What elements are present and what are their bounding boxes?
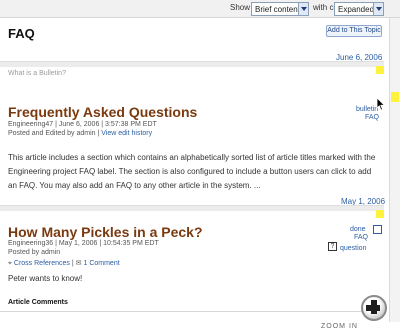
bulletin-tag[interactable]: bulletin [356, 106, 378, 113]
content-filter-select[interactable]: Brief content [251, 2, 309, 16]
article-body: This article includes a section which co… [8, 153, 376, 190]
posted-edited-label: Posted and Edited by admin | [8, 130, 102, 137]
article-meta: Engineering36 | May 1, 2006 | 10:54:35 P… [8, 240, 159, 247]
bulletin-prompt: What is a Bulletin? [8, 70, 66, 77]
zoom-in-label: ZOOM IN [321, 323, 358, 330]
yellow-flag [376, 210, 384, 218]
toolbar: Show Brief content with comments Expande… [0, 0, 400, 18]
article-meta-posted: Posted by admin [8, 249, 61, 256]
article-meta: Engineering47 | June 6, 2006 | 3:57:38 P… [8, 121, 157, 128]
add-to-topic-button[interactable]: Add to This Topic [326, 25, 382, 37]
article-meta-edit: Posted and Edited by admin | View edit h… [8, 130, 152, 137]
article-title[interactable]: Frequently Asked Questions [8, 104, 197, 120]
article-body: Peter wants to know! [8, 274, 83, 283]
faq-tag[interactable]: FAQ [365, 114, 379, 121]
faq-tag[interactable]: FAQ [354, 234, 368, 241]
date-divider [0, 205, 384, 211]
scrollbar[interactable] [389, 18, 400, 322]
yellow-flag [376, 66, 384, 74]
article-title[interactable]: How Many Pickles in a Peck? [8, 224, 203, 240]
comments-mode-select[interactable]: Expanded [334, 2, 384, 16]
zoom-in-icon[interactable] [361, 295, 387, 321]
comment-count-link[interactable]: 1 Comment [83, 260, 119, 267]
comments-divider [0, 311, 384, 312]
chevron-down-icon [298, 3, 308, 15]
question-tag[interactable]: question [340, 245, 366, 252]
faq-page: Show Brief content with comments Expande… [0, 0, 400, 333]
done-tag[interactable]: done [350, 226, 366, 233]
page-title: FAQ [8, 26, 35, 41]
view-edit-history-link[interactable]: View edit history [101, 130, 152, 137]
comment-icon: ✉ [75, 260, 82, 267]
chevron-down-icon [373, 3, 383, 15]
pointer-cursor-icon [376, 97, 386, 111]
show-label: Show [230, 3, 251, 12]
date-divider [0, 61, 384, 67]
article-actions: ⌖ Cross References | ✉ 1 Comment [8, 260, 120, 267]
comments-mode-value: Expanded [338, 5, 375, 14]
cross-references-link[interactable]: Cross References [14, 260, 70, 267]
cross-reference-icon: ⌖ [8, 260, 12, 267]
scrollbar-thumb[interactable] [391, 92, 399, 102]
checkbox-icon[interactable] [373, 225, 382, 234]
article-comments-heading: Article Comments [8, 299, 68, 306]
content-filter-value: Brief content [255, 5, 300, 14]
question-icon: ? [328, 242, 337, 251]
